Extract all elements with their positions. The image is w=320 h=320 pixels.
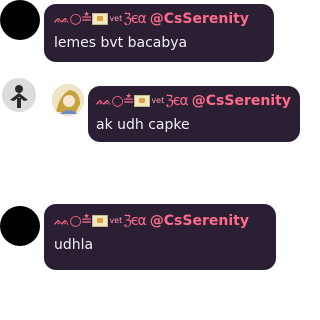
person-photo-icon [2,78,36,112]
chat-thread: ᨐ○≛ vet ℨєα @CsSerenity lemes bvt bacaby… [0,0,306,320]
vet-tag: vet [109,216,123,225]
author-decoration-suffix: ℨєα [123,213,147,229]
author-decoration-prefix: ᨐ○≛ [96,93,134,109]
avatar[interactable] [0,0,40,40]
flag-icon [92,215,109,227]
author-decoration-prefix: ᨐ○≛ [54,213,92,229]
message-bubble[interactable]: ᨐ○≛ vet ℨєα @CsSerenity udhla [44,204,276,270]
author-handle: @CsSerenity [149,213,249,229]
author-name[interactable]: ᨐ○≛ vet ℨєα @CsSerenity [96,92,292,110]
anime-avatar-icon [52,84,84,116]
author-handle: @CsSerenity [149,11,249,27]
vet-tag: vet [151,96,165,105]
flag-icon [134,95,151,107]
message-text: lemes bvt bacabya [54,35,188,51]
author-name[interactable]: ᨐ○≛ vet ℨєα @CsSerenity [54,10,264,28]
avatar[interactable] [0,206,40,246]
avatar[interactable] [2,78,36,112]
author-decoration-suffix: ℨєα [123,11,147,27]
message-text: udhla [54,237,94,253]
message-text: ak udh capke [96,117,190,133]
author-name[interactable]: ᨐ○≛ vet ℨєα @CsSerenity [54,212,266,230]
message-bubble[interactable]: ᨐ○≛ vet ℨєα @CsSerenity ak udh capke [88,86,300,142]
vet-tag: vet [109,14,123,23]
message-bubble[interactable]: ᨐ○≛ vet ℨєα @CsSerenity lemes bvt bacaby… [44,4,274,62]
author-handle: @CsSerenity [191,93,291,109]
author-decoration-suffix: ℨєα [165,93,189,109]
flag-icon [92,13,109,25]
avatar[interactable] [52,84,84,116]
author-decoration-prefix: ᨐ○≛ [54,11,92,27]
